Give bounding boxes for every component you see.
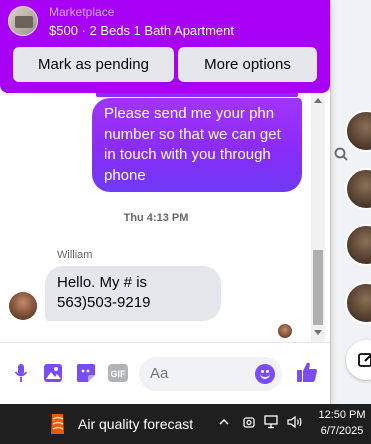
sender-name: William [57, 249, 93, 261]
emoji-icon[interactable] [255, 364, 275, 384]
scrollbar[interactable] [311, 93, 325, 342]
compose-icon [358, 353, 371, 367]
gpu-icon[interactable] [242, 415, 256, 432]
chevron-up-icon[interactable] [218, 415, 230, 431]
more-options-button[interactable]: More options [178, 47, 317, 82]
scroll-down-arrow-icon[interactable] [314, 330, 322, 335]
sticker-icon[interactable] [75, 362, 97, 384]
mark-as-pending-button[interactable]: Mark as pending [13, 47, 174, 82]
photo-icon[interactable] [42, 362, 64, 384]
gif-label: GIF [111, 369, 127, 379]
system-clock[interactable]: 12:50 PM 6/7/2025 [314, 407, 370, 439]
listing-thumbnail[interactable] [8, 6, 38, 36]
message-timestamp: Thu 4:13 PM [123, 212, 189, 224]
volume-icon[interactable] [287, 415, 305, 432]
microphone-icon[interactable] [10, 362, 32, 384]
gif-icon[interactable]: GIF [107, 362, 129, 384]
message-text-line: number so that we can get [104, 125, 281, 143]
listing-title[interactable]: $500 · 2 Beds 1 Bath Apartment [49, 23, 234, 38]
scroll-up-arrow-icon[interactable] [314, 98, 322, 103]
clock-time: 12:50 PM [318, 409, 366, 421]
clock-date: 6/7/2025 [320, 425, 364, 437]
search-icon[interactable] [334, 147, 348, 164]
thumbs-up-icon[interactable] [295, 360, 319, 384]
air-quality-icon[interactable] [48, 412, 68, 436]
seen-indicator-avatar [278, 324, 292, 338]
message-text-line: Please send me your phn [104, 105, 275, 122]
network-icon[interactable] [264, 415, 280, 432]
weather-widget-text[interactable]: Air quality forecast [78, 416, 193, 432]
scrollbar-thumb[interactable] [313, 250, 323, 325]
sender-avatar[interactable] [9, 292, 37, 320]
message-text-line: phone [104, 166, 146, 184]
chat-header: Marketplace $500 · 2 Beds 1 Bath Apartme… [0, 0, 330, 93]
outgoing-message[interactable]: Please send me your phn number so that w… [92, 98, 302, 192]
message-text-line: in touch with you through [104, 146, 271, 163]
message-text-line: Hello. My # is [57, 274, 148, 291]
marketplace-label: Marketplace [49, 5, 115, 19]
incoming-message[interactable]: Hello. My # is 563)503-9219 [45, 266, 221, 321]
screen: Marketplace $500 · 2 Beds 1 Bath Apartme… [0, 0, 371, 444]
chat-window: Marketplace $500 · 2 Beds 1 Bath Apartme… [0, 0, 330, 404]
previous-message-peek [96, 93, 298, 97]
message-text-line: 563)503-9219 [57, 294, 151, 311]
